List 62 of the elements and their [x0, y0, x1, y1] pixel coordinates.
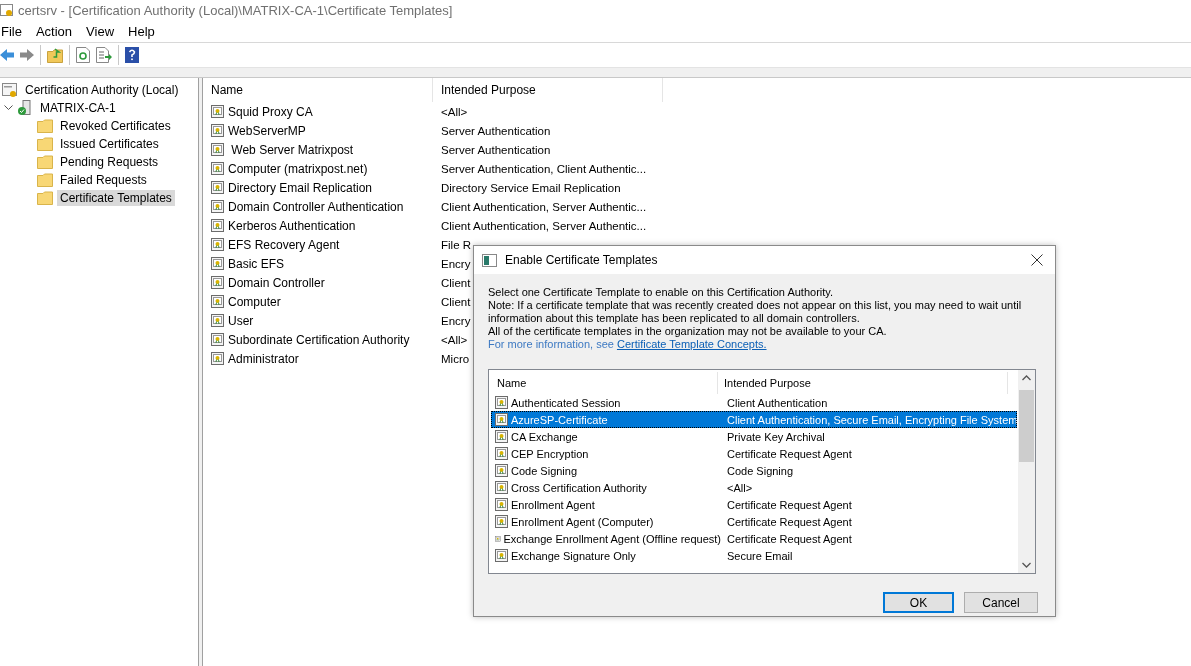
template-row[interactable]: Code Signing Code Signing [491, 462, 1018, 479]
template-row[interactable]: Enrollment Agent (Computer) Certificate Request Agent [491, 513, 1018, 530]
template-name: Squid Proxy CA [228, 104, 313, 119]
template-purpose: <All> [440, 105, 468, 118]
dialog-button[interactable]: OK [883, 592, 954, 613]
note-text: Note: If a certificate template that was recently created does not appear on this list, you may need to wait until information about this template has been replicated to all domain controllers. [488, 299, 1023, 325]
template-name: Basic EFS [228, 256, 284, 271]
tree-item[interactable]: Issued Certificates [57, 136, 162, 152]
template-row[interactable]: Cross Certification Authority <All> [491, 479, 1018, 496]
template-purpose: <All> [440, 333, 468, 346]
tree-item[interactable]: MATRIX-CA-1 [37, 100, 119, 116]
template-purpose: Server Authentication [440, 143, 551, 156]
template-name: Web Server Matrixpost [230, 142, 354, 157]
column-header[interactable]: Name [203, 78, 433, 102]
template-purpose: Encry [440, 257, 471, 270]
column-header[interactable]: Intended Purpose [718, 372, 1008, 394]
template-row[interactable]: Enrollment Agent Certificate Request Agent [491, 496, 1018, 513]
template-purpose: Client [440, 295, 471, 308]
template-purpose: File R [440, 238, 472, 251]
template-purpose: Encry [440, 314, 471, 327]
template-name: Domain Controller Authentication [228, 199, 404, 214]
column-header[interactable]: Intended Purpose [433, 78, 663, 102]
template-name: Subordinate Certification Authority [228, 332, 410, 347]
template-name: WebServerMP [228, 123, 306, 138]
template-row[interactable]: Authenticated Session Client Authentication [491, 394, 1018, 411]
tree-item[interactable]: Certification Authority (Local) [22, 82, 182, 98]
dialog-button[interactable]: Cancel [964, 592, 1038, 613]
template-row[interactable]: CA Exchange Private Key Archival [491, 428, 1018, 445]
template-purpose: Server Authentication [440, 124, 551, 137]
template-name: Domain Controller [228, 275, 325, 290]
template-purpose: Micro [440, 352, 470, 365]
menu-item[interactable]: View [86, 23, 123, 39]
template-row[interactable]: Exchange Enrollment Agent (Offline request) Certificate Request Agent [491, 530, 1018, 547]
template-purpose: Client Authentication, Server Authentic... [440, 219, 647, 232]
menu-item[interactable]: File [1, 23, 30, 39]
template-purpose: Server Authentication, Client Authentic... [440, 162, 647, 175]
template-name: Computer [228, 294, 281, 309]
more-info-text: For more information, see [488, 338, 614, 350]
template-purpose: Client Authentication, Server Authentic... [440, 200, 647, 213]
template-row[interactable]: AzureSP-Certificate Client Authentication, Secure Email, Encrypting File System [491, 411, 1018, 428]
tree-item[interactable]: Revoked Certificates [57, 118, 174, 134]
template-purpose: Directory Service Email Replication [440, 181, 621, 194]
tree-item[interactable]: Failed Requests [57, 172, 150, 188]
template-name: User [228, 313, 254, 328]
template-name: Kerberos Authentication [228, 218, 356, 233]
intro-text: Select one Certificate Template to enable on this Certification Authority. [488, 286, 835, 299]
tree-item[interactable]: Pending Requests [57, 154, 162, 170]
template-row[interactable]: CEP Encryption Certificate Request Agent [491, 445, 1018, 462]
template-name: EFS Recovery Agent [228, 237, 340, 252]
concepts-link[interactable]: Certificate Template Concepts. [616, 338, 767, 350]
window-title: certsrv - [Certification Authority (Local)\MATRIX-CA-1\Certificate Templates] [18, 2, 453, 18]
column-header[interactable]: Name [491, 372, 718, 394]
dialog-title: Enable Certificate Templates [505, 253, 659, 267]
template-purpose: Client [440, 276, 471, 289]
availability-text: All of the certificate templates in the organization may not be available to your CA. [488, 325, 888, 338]
template-name: Directory Email Replication [228, 180, 373, 195]
template-name: Administrator [228, 351, 299, 366]
tree-item[interactable]: Certificate Templates [57, 190, 175, 206]
menu-item[interactable]: Action [35, 23, 81, 39]
template-name: Computer (matrixpost.net) [228, 161, 368, 176]
template-row[interactable]: Exchange Signature Only Secure Email [491, 547, 1018, 564]
menu-item[interactable]: Help [128, 23, 163, 39]
